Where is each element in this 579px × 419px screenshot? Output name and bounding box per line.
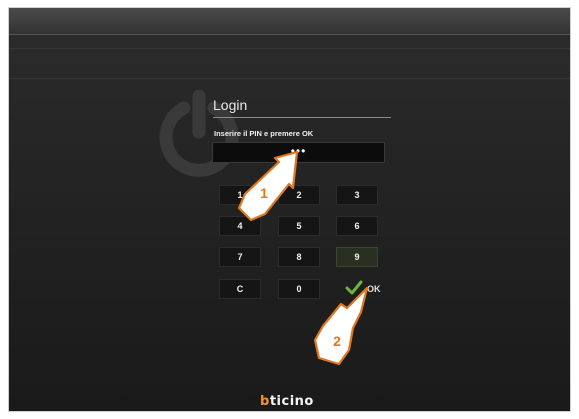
key-8[interactable]: 8 (278, 247, 320, 267)
top-bar (9, 8, 570, 35)
key-7[interactable]: 7 (219, 247, 261, 267)
key-9[interactable]: 9 (336, 247, 378, 267)
callout-number-1: 1 (260, 185, 268, 201)
divider (9, 48, 570, 49)
pointing-hand-icon: 2 (313, 286, 369, 366)
device-screen: Login Inserire il PIN e premere OK ••• 1… (9, 8, 570, 411)
brand-logo-text: ticino (269, 394, 314, 409)
pin-instruction: Inserire il PIN e premere OK (214, 129, 314, 138)
brand-logo: bticino (260, 394, 314, 409)
pointing-hand-icon: 1 (237, 150, 299, 222)
key-clear[interactable]: C (219, 279, 261, 299)
page-title: Login (213, 97, 391, 118)
key-3[interactable]: 3 (336, 185, 378, 205)
key-6[interactable]: 6 (336, 216, 378, 236)
divider (9, 78, 570, 79)
callout-number-2: 2 (333, 333, 341, 349)
